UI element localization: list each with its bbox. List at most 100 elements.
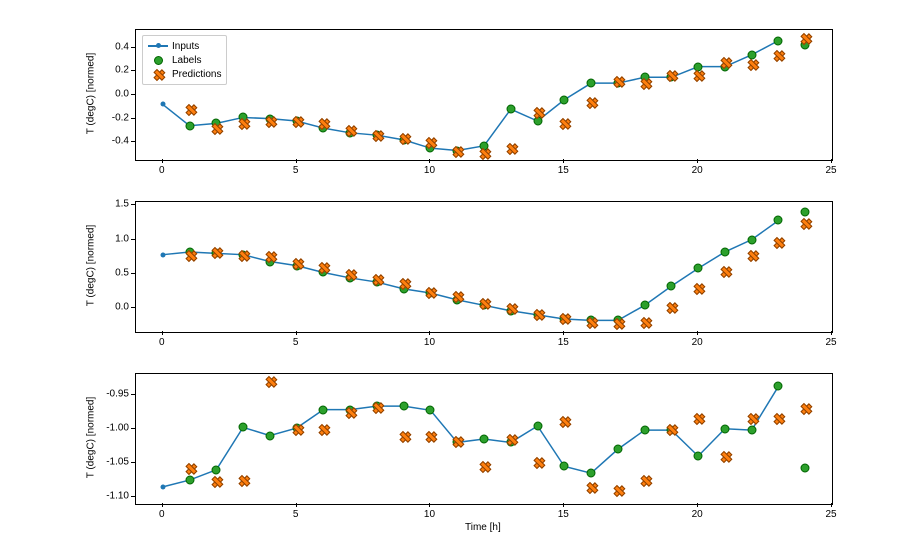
prediction-point (453, 437, 461, 445)
ytick: 0.4 (97, 41, 129, 52)
label-point (587, 469, 596, 478)
prediction-point (266, 252, 274, 260)
label-point (747, 50, 756, 59)
label-point (640, 426, 649, 435)
label-point (480, 435, 489, 444)
xtick: 0 (159, 337, 165, 348)
label-point (212, 465, 221, 474)
prediction-point (641, 79, 649, 87)
label-point (319, 405, 328, 414)
input-point (160, 252, 165, 257)
legend-item-labels: Labels (148, 53, 221, 67)
prediction-point (453, 292, 461, 300)
xtick: 5 (293, 165, 299, 176)
prediction-point (667, 425, 675, 433)
prediction-point (507, 304, 515, 312)
ytick: 1.0 (97, 233, 129, 244)
xtick: 0 (159, 509, 165, 520)
legend: Inputs Labels Predictions (142, 35, 227, 85)
prediction-point (587, 483, 595, 491)
prediction-point (266, 117, 274, 125)
subplot-1 (135, 201, 833, 333)
label-point (239, 423, 248, 432)
prediction-point (346, 270, 354, 278)
label-point (560, 462, 569, 471)
label-point (747, 235, 756, 244)
label-point (560, 95, 569, 104)
prediction-point (239, 251, 247, 259)
xtick: 0 (159, 165, 165, 176)
xtick: 10 (424, 165, 435, 176)
ytick: -1.05 (97, 456, 129, 467)
subplot-2 (135, 373, 833, 505)
ylabel-2: T (degC) [normed] (85, 397, 96, 479)
prediction-point (694, 71, 702, 79)
label-point (694, 452, 703, 461)
prediction-point (694, 284, 702, 292)
figure: Inputs Labels Predictions T (degC) [norm… (0, 0, 900, 548)
prediction-point (534, 310, 542, 318)
xtick: 15 (558, 337, 569, 348)
label-point (720, 247, 729, 256)
prediction-point (774, 238, 782, 246)
prediction-point (426, 288, 434, 296)
prediction-point (319, 119, 327, 127)
label-point (640, 301, 649, 310)
label-point (399, 402, 408, 411)
prediction-point (801, 219, 809, 227)
label-point (506, 105, 515, 114)
label-point (185, 476, 194, 485)
prediction-point (534, 458, 542, 466)
ylabel-1: T (degC) [normed] (85, 225, 96, 307)
xtick: 15 (558, 165, 569, 176)
xtick: 5 (293, 509, 299, 520)
label-point (774, 382, 783, 391)
prediction-point (426, 432, 434, 440)
ytick: -0.4 (97, 136, 129, 147)
label-point (801, 464, 810, 473)
prediction-point (212, 477, 220, 485)
label-point (587, 79, 596, 88)
input-point (160, 484, 165, 489)
label-point (774, 216, 783, 225)
prediction-point (667, 71, 675, 79)
ytick: -0.95 (97, 388, 129, 399)
xtick: 5 (293, 337, 299, 348)
input-point (160, 102, 165, 107)
label-point (774, 36, 783, 45)
prediction-point (373, 275, 381, 283)
ytick: 0.5 (97, 267, 129, 278)
prediction-point (346, 408, 354, 416)
prediction-point (480, 149, 488, 157)
prediction-point (293, 259, 301, 267)
prediction-point (748, 251, 756, 259)
prediction-point (721, 452, 729, 460)
xtick: 10 (424, 337, 435, 348)
prediction-point (373, 403, 381, 411)
label-point (747, 426, 756, 435)
prediction-point (507, 435, 515, 443)
label-point (426, 406, 435, 415)
prediction-point (560, 119, 568, 127)
ytick: 1.5 (97, 199, 129, 210)
xtick: 20 (692, 337, 703, 348)
subplot-0: Inputs Labels Predictions (135, 29, 833, 161)
prediction-point (480, 299, 488, 307)
ytick: 0.2 (97, 65, 129, 76)
prediction-point (507, 144, 515, 152)
prediction-point (801, 34, 809, 42)
label-point (613, 445, 622, 454)
xtick: 20 (692, 509, 703, 520)
prediction-point (480, 462, 488, 470)
prediction-point (293, 425, 301, 433)
prediction-point (534, 108, 542, 116)
prediction-point (319, 263, 327, 271)
legend-item-predictions: Predictions (148, 67, 221, 81)
ylabel-0: T (degC) [normed] (85, 53, 96, 135)
prediction-point (186, 251, 194, 259)
prediction-point (373, 131, 381, 139)
prediction-point (587, 98, 595, 106)
label-point (667, 282, 676, 291)
xtick: 20 (692, 165, 703, 176)
prediction-point (721, 58, 729, 66)
